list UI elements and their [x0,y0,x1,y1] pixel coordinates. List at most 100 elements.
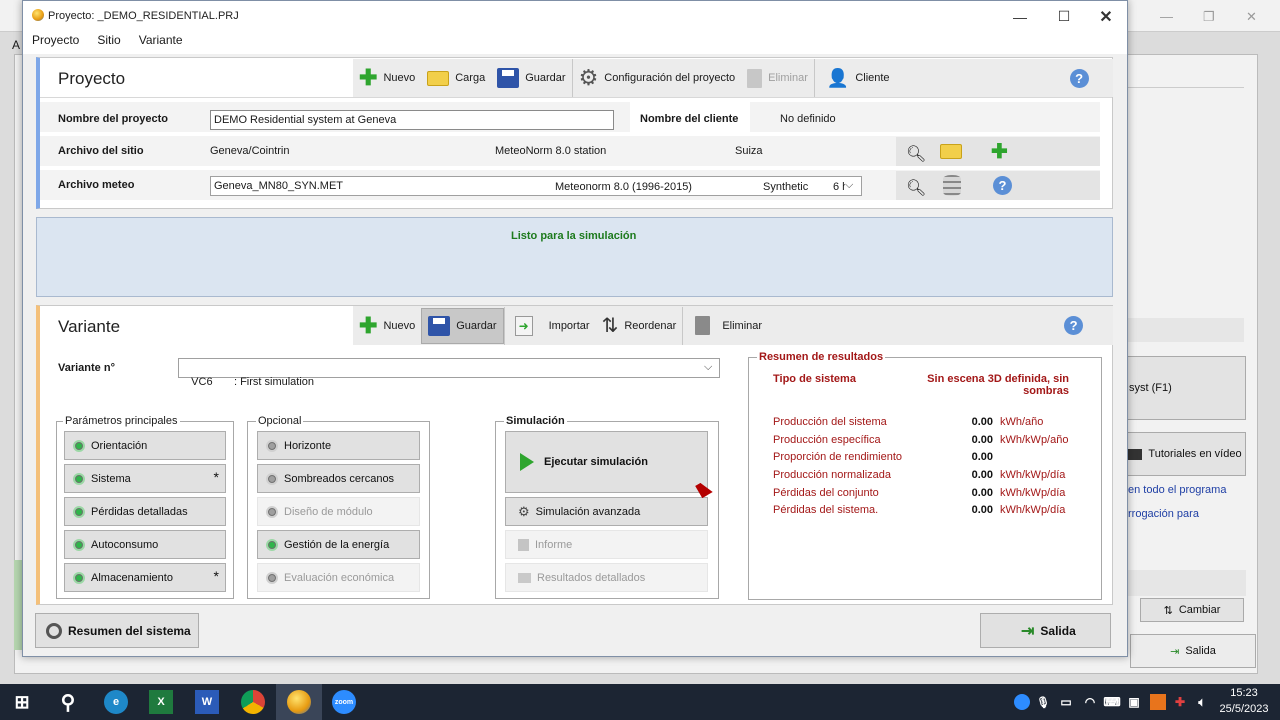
bg-exit-button[interactable]: ⇥ Salida [1130,634,1256,668]
bg-link-2[interactable]: rrogación para [1128,508,1199,520]
variant-save-label: Guardar [456,319,497,332]
project-client-button[interactable]: 👤 Cliente [815,59,896,97]
plus-icon: ✚ [359,312,378,338]
exit-button[interactable]: ⇥ Salida [980,613,1111,648]
minimize-icon[interactable]: — [998,1,1042,32]
site-add-icon[interactable]: ✚ [991,139,1008,164]
variant-delete-button[interactable]: Eliminar [683,307,768,345]
report-button[interactable]: Informe [505,530,708,559]
project-new-label: Nuevo [383,72,416,84]
result-value: 0.00 [971,487,993,499]
tray-zoom-icon[interactable] [1014,694,1030,710]
meteo-help-icon[interactable]: ? [993,176,1012,195]
optional-title: Opcional [256,415,304,427]
project-new-button[interactable]: ✚ Nuevo [353,59,421,97]
import-icon: ➜ [514,315,533,336]
site-name: Geneva/Cointrin [210,145,290,157]
result-label: Proporción de rendimiento [773,451,903,463]
word-icon[interactable]: W [195,690,219,714]
run-simulation-button[interactable]: Ejecutar simulación [505,431,708,493]
wifi-icon[interactable]: ◠ [1082,690,1098,714]
result-value: 0.00 [971,416,993,428]
bg-link-1[interactable]: en todo el programa [1128,484,1226,496]
horizon-button[interactable]: Horizonte [257,431,420,460]
edge-icon[interactable]: e [104,690,128,714]
meteo-extra: 6 h [833,181,845,193]
display-icon[interactable]: ▣ [1126,690,1142,714]
excel-icon[interactable]: X [149,690,173,714]
clock-time[interactable]: 15:23 [1216,687,1272,699]
menu-sitio[interactable]: Sitio [88,32,129,54]
project-name-label: Nombre del proyecto [58,113,169,125]
menu-proyecto[interactable]: Proyecto [23,32,88,54]
project-title: Proyecto [58,69,126,88]
sort-icon: ⇅ [601,314,619,337]
clock-date[interactable]: 25/5/2023 [1214,703,1274,715]
storage-button[interactable]: Almacenamiento * [64,563,226,592]
system-button[interactable]: Sistema * [64,464,226,493]
variant-save-button[interactable]: Guardar [421,307,504,344]
windows-start-icon[interactable]: ⊞ [10,690,34,714]
detailed-results-label: Resultados detallados [537,571,646,584]
meteo-file-select[interactable]: Geneva_MN80_SYN.MET Meteonorm 8.0 (1996-… [210,176,862,196]
site-folder-icon[interactable] [940,144,962,159]
bg-change-button[interactable]: ⇅ Cambiar [1140,598,1244,622]
self-consumption-button[interactable]: Autoconsumo [64,530,226,559]
variant-number-label: Variante n° [58,362,115,374]
result-value: 0.00 [971,469,993,481]
chrome-icon[interactable] [241,690,265,714]
battery-icon[interactable]: ▭ [1058,690,1074,714]
close-icon[interactable]: ✕ [1084,1,1128,32]
project-name-input[interactable]: DEMO Residential system at Geneva [210,110,614,130]
variant-reorder-button[interactable]: ⇅ Reordenar [596,307,683,345]
system-summary-button[interactable]: Resumen del sistema [35,613,199,648]
search-icon[interactable]: ⚲ [56,690,80,714]
project-save-button[interactable]: Guardar [491,59,571,97]
security-icon[interactable]: ✚ [1172,690,1188,714]
bg-minimize-icon[interactable]: — [1160,9,1173,24]
variant-select[interactable]: VC6 : First simulation ⌵ [178,358,720,388]
project-help-icon[interactable]: ? [1069,68,1089,88]
bg-tutorials-button[interactable]: Tutoriales en vídeo [1122,432,1246,476]
optional-group: Opcional Horizonte Sombreados cercanos D… [247,415,430,599]
detailed-results-button[interactable]: Resultados detallados [505,563,708,592]
energy-management-button[interactable]: Gestión de la energía [257,530,420,559]
volume-icon[interactable]: 🔈︎ [1194,690,1210,714]
bg-section-2 [1122,570,1246,596]
project-window: Proyecto: _DEMO_RESIDENTIAL.PRJ — ☐ ✕ Pr… [22,0,1128,657]
sort-icon: ⇅ [1163,604,1173,617]
project-delete-button[interactable]: Eliminar [741,59,814,97]
bg-syst-button[interactable]: syst (F1) [1122,356,1246,420]
advanced-simulation-button[interactable]: ⚙ Simulación avanzada [505,497,708,526]
project-load-button[interactable]: Carga [421,59,491,97]
near-shadings-button[interactable]: Sombreados cercanos [257,464,420,493]
bg-change-label: Cambiar [1178,604,1221,616]
main-params-group: Parámetros principales Orientación Siste… [56,415,234,599]
magnifier-icon [46,622,62,639]
orientation-button[interactable]: Orientación [64,431,226,460]
project-config-button[interactable]: ⚙ Configuración del proyecto [573,59,742,97]
keyboard-icon[interactable]: ⌨ [1103,690,1120,714]
bg-maximize-icon[interactable]: ❐ [1203,9,1215,25]
project-client-label: Cliente [855,72,890,84]
variant-new-button[interactable]: ✚ Nuevo [353,307,421,345]
variant-toolbar: ✚ Nuevo Guardar ➜ Importar ⇅ Reordenar Elim… [353,306,1113,345]
zoom-icon[interactable]: zoom [332,690,356,714]
economic-evaluation-button[interactable]: Evaluación económica [257,563,420,592]
variant-help-icon[interactable]: ? [1064,316,1084,335]
bg-close-icon[interactable]: ✕ [1246,9,1257,25]
detailed-losses-button[interactable]: Pérdidas detalladas [64,497,226,526]
database-icon[interactable] [943,175,961,196]
video-icon [1126,448,1143,460]
app-tray-icon[interactable] [1150,694,1166,710]
status-led-icon [73,472,85,485]
maximize-icon[interactable]: ☐ [1042,1,1086,32]
site-search-icon[interactable]: 🔍︎ [906,144,926,164]
meteo-search-icon[interactable]: 🔍︎ [906,178,926,198]
variant-import-button[interactable]: ➜ Importar [505,307,596,345]
module-layout-button[interactable]: Diseño de módulo [257,497,420,526]
microphone-icon[interactable]: 🎙︎ [1036,690,1050,714]
menu-variante[interactable]: Variante [130,32,192,54]
bg-menu-item[interactable]: A [12,38,20,52]
pvsyst-icon[interactable] [287,690,311,714]
